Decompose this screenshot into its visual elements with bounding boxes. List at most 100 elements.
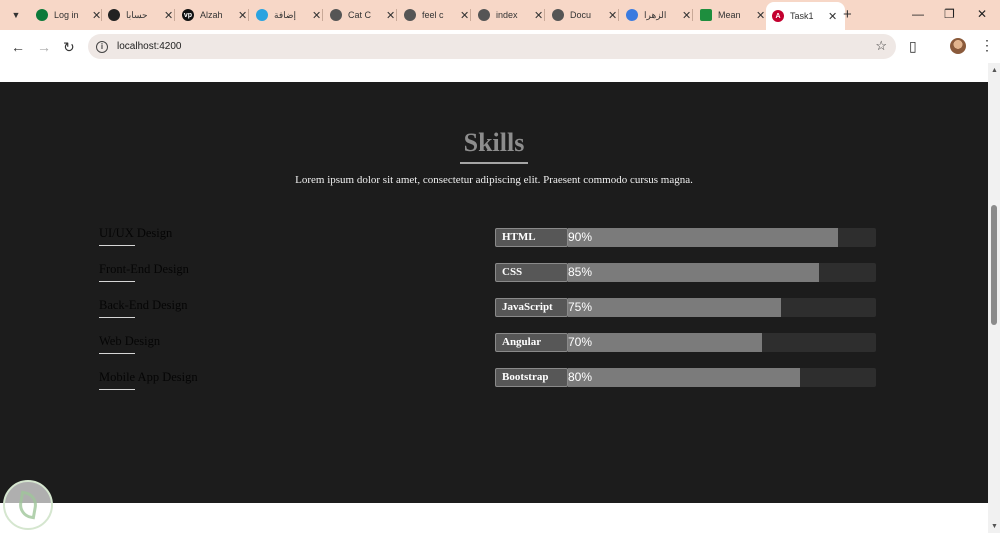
progress-fill bbox=[568, 298, 781, 317]
extensions-icon[interactable]: ▯ bbox=[909, 38, 917, 55]
skill-bar-label: JavaScript bbox=[495, 298, 568, 317]
scroll-up-icon[interactable]: ▲ bbox=[991, 67, 998, 74]
toolbar: ← → ↻ i localhost:4200 ☆ bbox=[0, 30, 1000, 63]
tab-label: الزهرا bbox=[644, 9, 667, 20]
tab-favicon-icon bbox=[108, 9, 120, 21]
skill-area-item: Mobile App Design bbox=[99, 370, 198, 384]
progress-fill bbox=[568, 333, 762, 352]
profile-avatar[interactable] bbox=[950, 38, 966, 54]
skill-bar-label: HTML bbox=[495, 228, 568, 247]
skill-bar-bootstrap: Bootstrap 80% bbox=[495, 368, 876, 387]
back-icon[interactable]: ← bbox=[11, 39, 25, 55]
tab-favicon-icon bbox=[330, 9, 342, 21]
tab-6[interactable]: index ✕ bbox=[478, 4, 543, 26]
skill-bar-percent: 85% bbox=[568, 265, 593, 279]
skill-bar-percent: 80% bbox=[568, 370, 593, 384]
scroll-thumb[interactable] bbox=[991, 205, 997, 325]
skill-bar-html: HTML 90% bbox=[495, 228, 876, 247]
tab-label: Cat C bbox=[348, 10, 372, 20]
tab-10-active[interactable]: A Task1 ✕ bbox=[766, 2, 846, 30]
tab-close-icon[interactable]: ✕ bbox=[534, 9, 543, 22]
page-scrollbar[interactable]: ▲ ▼ bbox=[988, 63, 1000, 533]
restore-icon[interactable]: ❐ bbox=[944, 7, 955, 21]
skill-bar-label: Bootstrap bbox=[495, 368, 568, 387]
skill-bar-percent: 70% bbox=[568, 335, 593, 349]
tab-close-icon[interactable]: ✕ bbox=[238, 9, 247, 22]
tab-favicon-icon: vp bbox=[182, 9, 194, 21]
progress-fill bbox=[568, 263, 819, 282]
skill-area-underline bbox=[99, 389, 135, 390]
skill-area-item: Web Design bbox=[99, 334, 161, 348]
tab-5[interactable]: feel c ✕ bbox=[404, 4, 469, 26]
skill-area-item: Back-End Design bbox=[99, 298, 188, 312]
menu-kebab-icon[interactable]: ⋮ bbox=[980, 37, 994, 54]
tab-close-icon[interactable]: ✕ bbox=[386, 9, 395, 22]
minimize-icon[interactable]: — bbox=[912, 7, 924, 21]
tab-label: Log in bbox=[54, 10, 79, 20]
skills-title: Skills bbox=[463, 128, 525, 157]
tab-favicon-icon bbox=[404, 9, 416, 21]
tab-favicon-icon bbox=[552, 9, 564, 21]
tab-8[interactable]: الزهرا ✕ bbox=[626, 4, 691, 26]
page-top-strip bbox=[0, 63, 988, 82]
skill-area-underline bbox=[99, 245, 135, 246]
new-tab-icon[interactable]: + bbox=[843, 6, 852, 23]
tab-label: Alzah bbox=[200, 10, 223, 20]
tab-label: Docu bbox=[570, 10, 592, 20]
tab-label: حسابا bbox=[126, 9, 148, 20]
address-bar[interactable]: i localhost:4200 ☆ bbox=[88, 34, 896, 59]
reload-icon[interactable]: ↻ bbox=[63, 39, 75, 56]
skill-area-item: UI/UX Design bbox=[99, 226, 173, 240]
tab-close-icon[interactable]: ✕ bbox=[164, 9, 173, 22]
tab-favicon-icon bbox=[36, 9, 48, 21]
skill-area-underline bbox=[99, 353, 135, 354]
skill-area-underline bbox=[99, 281, 135, 282]
skill-bar-javascript: JavaScript 75% bbox=[495, 298, 876, 317]
tab-strip: ▼ Log in ✕ حسابا ✕ vp Alzah ✕ إضافة ✕ Ca… bbox=[0, 0, 1000, 30]
tab-close-icon[interactable]: ✕ bbox=[460, 9, 469, 22]
skill-bar-label: CSS bbox=[495, 263, 568, 282]
skill-area-underline bbox=[99, 317, 135, 318]
tab-close-icon[interactable]: ✕ bbox=[92, 9, 101, 22]
angular-icon: A bbox=[772, 10, 784, 22]
title-underline bbox=[460, 162, 528, 164]
tab-label: إضافة bbox=[274, 9, 297, 20]
tab-1[interactable]: حسابا ✕ bbox=[108, 4, 173, 26]
progress-fill bbox=[568, 368, 800, 387]
tab-7[interactable]: Docu ✕ bbox=[552, 4, 617, 26]
scroll-down-icon[interactable]: ▼ bbox=[991, 523, 998, 530]
tab-favicon-icon bbox=[478, 9, 490, 21]
bookmark-star-icon[interactable]: ☆ bbox=[875, 38, 887, 54]
page-bottom-strip bbox=[0, 503, 988, 533]
tab-4[interactable]: Cat C ✕ bbox=[330, 4, 395, 26]
skills-section: Skills Lorem ipsum dolor sit amet, conse… bbox=[0, 82, 988, 503]
tab-close-icon[interactable]: ✕ bbox=[828, 10, 837, 23]
tab-close-icon[interactable]: ✕ bbox=[312, 9, 321, 22]
tab-favicon-icon bbox=[700, 9, 712, 21]
skill-area-item: Front-End Design bbox=[99, 262, 189, 276]
tab-search-icon[interactable]: ▼ bbox=[6, 5, 26, 25]
site-info-icon[interactable]: i bbox=[96, 40, 108, 53]
skill-bar-percent: 90% bbox=[568, 230, 593, 244]
tab-0[interactable]: Log in ✕ bbox=[36, 4, 101, 26]
tab-close-icon[interactable]: ✕ bbox=[756, 9, 765, 22]
skill-bar-percent: 75% bbox=[568, 300, 593, 314]
tab-favicon-icon bbox=[256, 9, 268, 21]
window-close-icon[interactable]: ✕ bbox=[977, 7, 987, 21]
url-text[interactable]: localhost:4200 bbox=[117, 41, 182, 52]
skills-subtitle: Lorem ipsum dolor sit amet, consectetur … bbox=[295, 174, 693, 186]
tab-favicon-icon bbox=[626, 9, 638, 21]
progress-fill bbox=[568, 228, 838, 247]
tab-close-icon[interactable]: ✕ bbox=[682, 9, 691, 22]
tab-3[interactable]: إضافة ✕ bbox=[256, 4, 321, 26]
watermark-logo-icon bbox=[3, 480, 53, 530]
skill-bar-label: Angular bbox=[495, 333, 568, 352]
tab-label: index bbox=[496, 10, 518, 20]
forward-icon[interactable]: → bbox=[37, 39, 51, 55]
skill-bar-angular: Angular 70% bbox=[495, 333, 876, 352]
tab-label: Task1 bbox=[790, 11, 814, 21]
tab-9[interactable]: Mean ✕ bbox=[700, 4, 765, 26]
tab-close-icon[interactable]: ✕ bbox=[608, 9, 617, 22]
tab-2[interactable]: vp Alzah ✕ bbox=[182, 4, 247, 26]
skill-bar-css: CSS 85% bbox=[495, 263, 876, 282]
